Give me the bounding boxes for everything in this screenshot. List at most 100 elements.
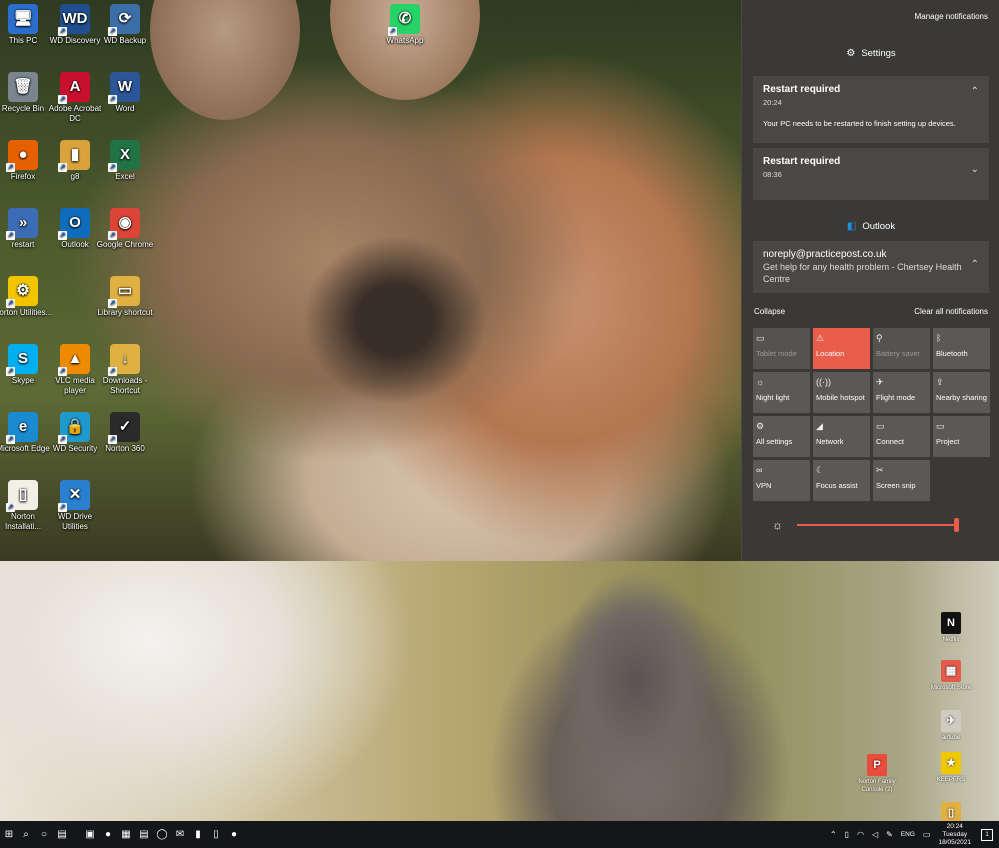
- desktop-icon[interactable]: W ↗ Word: [94, 72, 156, 114]
- spotify-button[interactable]: ●: [226, 827, 242, 843]
- manage-notifications-link[interactable]: Manage notifications: [915, 12, 988, 21]
- app-button[interactable]: ▯: [208, 827, 224, 843]
- desktop-icon-label: This PC: [8, 36, 38, 45]
- brightness-thumb[interactable]: [954, 518, 959, 532]
- desktop-icon[interactable]: X ↗ Excel: [94, 140, 156, 182]
- desktop-icon[interactable]: N Netflix: [926, 612, 976, 644]
- notification-center-button[interactable]: 1: [981, 828, 993, 841]
- quick-action-night-light[interactable]: ☼ Night light: [753, 372, 810, 413]
- chevron-up-icon[interactable]: ⌃: [971, 259, 979, 270]
- action-center: Manage notifications ⚙ Settings Restart r…: [741, 0, 999, 561]
- display-icon[interactable]: ▭: [923, 830, 931, 839]
- notification-card-restart-2[interactable]: Restart required 08:36 ⌄: [753, 148, 989, 200]
- desktop-icon[interactable]: ✕ ↗ WD Drive Utilities: [44, 480, 106, 532]
- desktop-icon-label: Norton Family Console (2): [858, 779, 896, 793]
- language-indicator[interactable]: ENG: [901, 831, 915, 838]
- quick-action-all-settings[interactable]: ⚙ All settings: [753, 416, 810, 457]
- card-title: Restart required: [763, 156, 841, 167]
- app-icon: W ↗: [108, 72, 140, 104]
- desktop-icon[interactable]: ✆ ↗ WhatsApp: [374, 4, 436, 46]
- app-button[interactable]: ▤: [136, 827, 152, 843]
- desktop-icon[interactable]: ⟳ ↗ WD Backup: [94, 4, 156, 46]
- app-glyph: N: [947, 617, 955, 629]
- quick-action-label: Bluetooth: [936, 349, 968, 358]
- clock[interactable]: 20:24 Tuesday 18/05/2021: [938, 823, 971, 847]
- app-button[interactable]: ▣: [82, 827, 98, 843]
- quick-action-flight-mode[interactable]: ✈ Flight mode: [873, 372, 930, 413]
- quick-action-project[interactable]: ▭ Project: [933, 416, 990, 457]
- desktop-icon[interactable]: ✓ ↗ Norton 360: [94, 412, 156, 454]
- desktop-icon-label: Norton Installati...: [4, 512, 41, 531]
- volume-icon[interactable]: ◁: [872, 830, 878, 839]
- quick-action-tablet-mode[interactable]: ▭ Tablet mode: [753, 328, 810, 369]
- quick-action-network[interactable]: ◢ Network: [813, 416, 870, 457]
- taskbar-icon: ✉: [175, 829, 185, 840]
- app-glyph: ⚙: [16, 282, 30, 299]
- desktop-icon[interactable]: ⚙↗Norton Utilities...: [0, 276, 54, 318]
- desktop-icon-label: Netflix: [942, 637, 960, 643]
- desktop-icon-label: airtube: [941, 735, 961, 741]
- firefox-button[interactable]: ●: [100, 827, 116, 843]
- desktop-icon[interactable]: ↓ ↗ Downloads - Shortcut: [94, 344, 156, 396]
- task-view-button[interactable]: ▤: [54, 827, 70, 843]
- desktop-icon[interactable]: ▭ ↗ Library shortcut: [94, 276, 156, 318]
- search-button[interactable]: ⌕: [18, 827, 34, 843]
- shortcut-arrow-icon: ↗: [108, 163, 117, 172]
- chevron-up-icon[interactable]: ⌃: [830, 830, 837, 839]
- start-button[interactable]: ⊞: [2, 827, 16, 843]
- brightness-slider[interactable]: ☼: [772, 518, 972, 532]
- app-glyph: ▲: [67, 350, 83, 367]
- quick-action-bluetooth[interactable]: ᛒ Bluetooth: [933, 328, 990, 369]
- desktop-icon-label: Norton Utilities...: [0, 308, 53, 317]
- quick-action-icon: ▭: [756, 333, 765, 343]
- office-button[interactable]: ▮: [190, 827, 206, 843]
- quick-action-location[interactable]: ⚠ Location: [813, 328, 870, 369]
- app-glyph: ▦: [945, 665, 957, 677]
- quick-action-vpn[interactable]: ∞ VPN: [753, 460, 810, 501]
- shortcut-arrow-icon: ↗: [6, 231, 15, 240]
- desktop-icon[interactable]: P Norton Family Console (2): [852, 754, 902, 794]
- app-glyph: 🖥: [13, 10, 33, 27]
- shortcut-arrow-icon: ↗: [108, 27, 117, 36]
- desktop-icon[interactable]: ◉ ↗ Google Chrome: [94, 208, 156, 250]
- chevron-down-icon[interactable]: ⌄: [971, 164, 979, 175]
- pen-icon[interactable]: ✎: [886, 830, 893, 839]
- app-icon: ◉ ↗: [108, 208, 140, 240]
- quick-action-connect[interactable]: ▭ Connect: [873, 416, 930, 457]
- brightness-track[interactable]: [797, 524, 957, 526]
- card-time: 08:36: [763, 170, 782, 179]
- cortana-button[interactable]: ○: [36, 827, 52, 843]
- desktop-icon-label: Google Chrome: [96, 240, 154, 249]
- quick-action-battery-saver[interactable]: ⚲ Battery saver: [873, 328, 930, 369]
- app-icon: ▦: [941, 660, 961, 682]
- app-glyph: e: [18, 418, 28, 435]
- taskbar-icon: ○: [40, 829, 48, 840]
- desktop-icon[interactable]: ▦ Microsoft Store: [926, 660, 976, 692]
- desktop-icon[interactable]: ★ KEEPERS: [926, 752, 976, 784]
- notification-card-restart-1[interactable]: Restart required 20:24 Your PC needs to …: [753, 76, 989, 143]
- quick-action-mobile-hotspot[interactable]: ((·)) Mobile hotspot: [813, 372, 870, 413]
- shortcut-arrow-icon: ↗: [108, 367, 117, 376]
- collapse-link[interactable]: Collapse: [754, 307, 785, 316]
- card-title: noreply@practicepost.co.uk: [763, 249, 887, 260]
- app-glyph: ▯: [947, 807, 955, 819]
- wifi-icon[interactable]: ◠: [857, 830, 864, 839]
- clear-all-notifications-link[interactable]: Clear all notifications: [914, 307, 988, 316]
- quick-action-focus-assist[interactable]: ☾ Focus assist: [813, 460, 870, 501]
- quick-action-nearby-sharing[interactable]: ⇪ Nearby sharing: [933, 372, 990, 413]
- edge-button[interactable]: ◯: [154, 827, 170, 843]
- quick-action-icon: ☾: [816, 465, 825, 475]
- app-icon: ✈: [941, 710, 961, 732]
- app-button[interactable]: ▦: [118, 827, 134, 843]
- quick-action-screen-snip[interactable]: ✂ Screen snip: [873, 460, 930, 501]
- outlook-group-label: Outlook: [862, 221, 896, 232]
- app-glyph: O: [69, 214, 81, 231]
- notification-card-outlook[interactable]: noreply@practicepost.co.uk Get help for …: [753, 241, 989, 293]
- desktop-icon[interactable]: ✈ airtube: [926, 710, 976, 742]
- desktop-icon-label: WD Discovery: [49, 36, 101, 45]
- quick-action-icon: ⚲: [876, 333, 883, 343]
- system-tray: ⌃ ▯ ◠ ◁ ✎ ENG ▭ 20:24 Tuesday 18/05/2021…: [826, 821, 999, 848]
- battery-icon[interactable]: ▯: [845, 830, 849, 839]
- mail-button[interactable]: ✉: [172, 827, 188, 843]
- chevron-up-icon[interactable]: ⌃: [971, 86, 979, 97]
